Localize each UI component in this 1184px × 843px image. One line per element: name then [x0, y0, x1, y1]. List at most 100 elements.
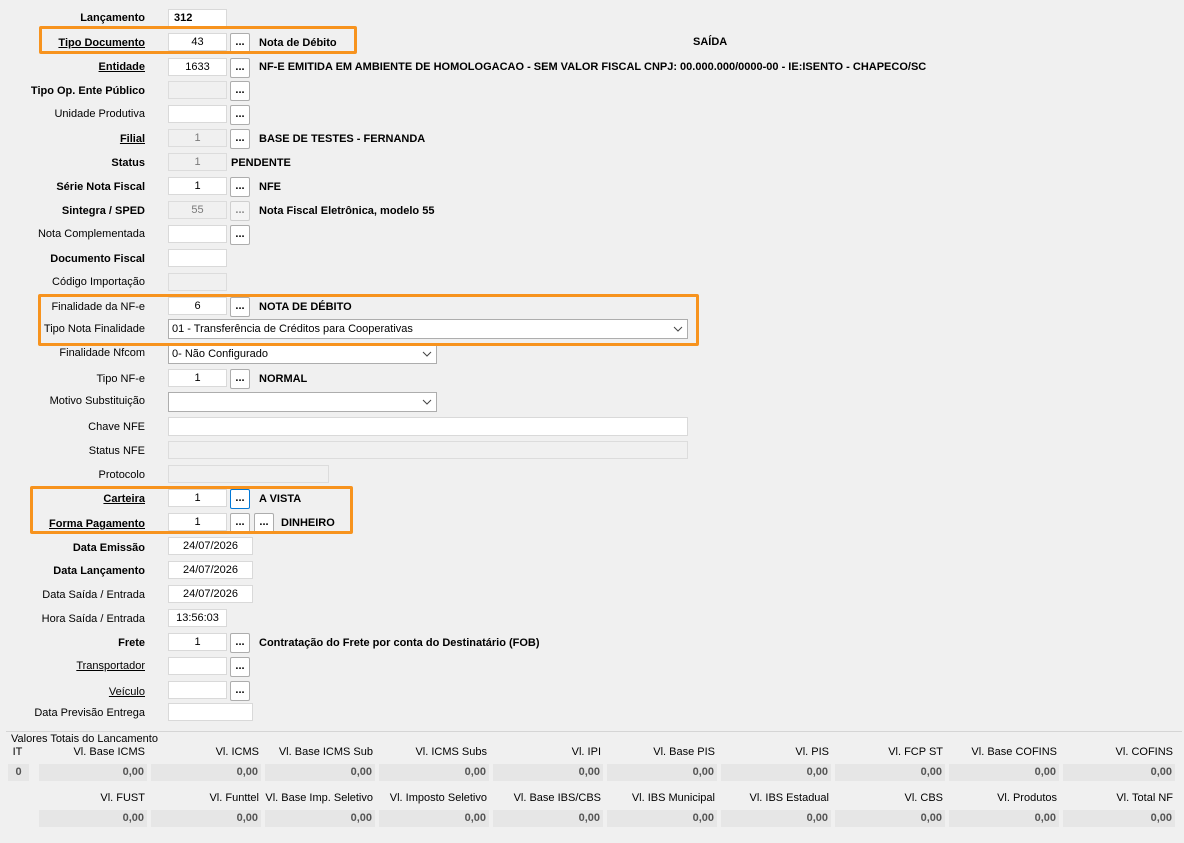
- data-saida-label: Data Saída / Entrada: [42, 589, 145, 601]
- carteira-browse-button[interactable]: ...: [230, 489, 250, 509]
- hora-saida-label: Hora Saída / Entrada: [41, 613, 145, 625]
- r2-header-0: Vl. FUST: [100, 792, 145, 804]
- filial-browse-button[interactable]: ...: [230, 129, 250, 149]
- data-previsao-field[interactable]: [168, 703, 253, 721]
- data-lancamento-field[interactable]: 24/07/2026: [168, 561, 253, 579]
- r2-value-8: 0,00: [949, 810, 1059, 827]
- tipo-op-ente-field[interactable]: [168, 81, 227, 99]
- frete-label: Frete: [118, 637, 145, 649]
- r2-header-1: Vl. Funttel: [209, 792, 259, 804]
- carteira-field[interactable]: 1: [168, 489, 227, 507]
- status-field: 1: [168, 153, 227, 171]
- r2-value-5: 0,00: [607, 810, 717, 827]
- data-emissao-label: Data Emissão: [72, 542, 145, 554]
- finalidade-nfcom-label: Finalidade Nfcom: [59, 347, 145, 359]
- tipo-nfe-field[interactable]: 1: [168, 369, 227, 387]
- veiculo-field[interactable]: [168, 681, 227, 699]
- forma-pagamento-field[interactable]: 1: [168, 513, 227, 531]
- lancamento-label: Lançamento: [80, 12, 145, 24]
- veiculo-browse-button[interactable]: ...: [230, 681, 250, 701]
- unidade-produtiva-label: Unidade Produtiva: [54, 108, 145, 120]
- r1-header-10: Vl. COFINS: [1115, 746, 1173, 758]
- tipo-op-ente-browse-button[interactable]: ...: [230, 81, 250, 101]
- operacao-label: SAÍDA: [693, 36, 728, 48]
- r2-header-8: Vl. Produtos: [997, 792, 1057, 804]
- entidade-browse-button[interactable]: ...: [230, 58, 250, 78]
- r1-header-6: Vl. Base PIS: [653, 746, 715, 758]
- lancamento-field[interactable]: 312: [168, 9, 227, 27]
- serie-field[interactable]: 1: [168, 177, 227, 195]
- totals-divider: [6, 731, 1182, 732]
- finalidade-nfe-browse-button[interactable]: ...: [230, 297, 250, 317]
- protocolo-label: Protocolo: [98, 469, 145, 481]
- filial-label[interactable]: Filial: [120, 132, 145, 146]
- filial-field[interactable]: 1: [168, 129, 227, 147]
- carteira-label[interactable]: Carteira: [103, 492, 145, 506]
- r1-value-4: 0,00: [379, 764, 489, 781]
- r1-value-10: 0,00: [1063, 764, 1175, 781]
- frete-browse-button[interactable]: ...: [230, 633, 250, 653]
- sintegra-label: Sintegra / SPED: [61, 205, 145, 217]
- data-emissao-field[interactable]: 24/07/2026: [168, 537, 253, 555]
- data-lancamento-label: Data Lançamento: [53, 565, 145, 577]
- tipo-documento-browse-button[interactable]: ...: [230, 33, 250, 53]
- transportador-browse-button[interactable]: ...: [230, 657, 250, 677]
- veiculo-label[interactable]: Veículo: [109, 685, 145, 699]
- hora-saida-field[interactable]: 13:56:03: [168, 609, 227, 627]
- tipo-nfe-browse-button[interactable]: ...: [230, 369, 250, 389]
- documento-fiscal-field[interactable]: [168, 249, 227, 267]
- r1-header-3: Vl. Base ICMS Sub: [278, 746, 373, 758]
- entidade-field[interactable]: 1633: [168, 58, 227, 76]
- forma-pagamento-browse-button[interactable]: ...: [230, 513, 250, 533]
- serie-label: Série Nota Fiscal: [56, 181, 145, 193]
- unidade-produtiva-field[interactable]: [168, 105, 227, 123]
- documento-fiscal-label: Documento Fiscal: [50, 253, 145, 265]
- status-nfe-field: [168, 441, 688, 459]
- r2-value-0: 0,00: [39, 810, 147, 827]
- r1-value-0: 0: [8, 764, 29, 781]
- r1-header-5: Vl. IPI: [571, 746, 601, 758]
- tipo-documento-field[interactable]: 43: [168, 33, 227, 51]
- forma-pagamento-label[interactable]: Forma Pagamento: [49, 517, 145, 531]
- status-desc: PENDENTE: [231, 157, 291, 169]
- motivo-substituicao-select[interactable]: [168, 392, 437, 412]
- finalidade-nfcom-select[interactable]: 0- Não Configurado: [168, 344, 437, 364]
- totals-title: Valores Totais do Lancamento: [11, 733, 158, 745]
- nota-complementada-browse-button[interactable]: ...: [230, 225, 250, 245]
- r2-header-4: Vl. Base IBS/CBS: [513, 792, 601, 804]
- chave-nfe-field[interactable]: [168, 417, 688, 436]
- frete-field[interactable]: 1: [168, 633, 227, 651]
- transportador-field[interactable]: [168, 657, 227, 675]
- protocolo-field: [168, 465, 329, 483]
- data-saida-field[interactable]: 24/07/2026: [168, 585, 253, 603]
- finalidade-nfe-field[interactable]: 6: [168, 297, 227, 315]
- chevron-down-icon: [422, 351, 432, 357]
- entidade-label[interactable]: Entidade: [99, 60, 145, 74]
- tipo-documento-label[interactable]: Tipo Documento: [58, 36, 145, 50]
- r2-value-3: 0,00: [379, 810, 489, 827]
- nota-complementada-field[interactable]: [168, 225, 227, 243]
- data-previsao-label: Data Previsão Entrega: [34, 707, 145, 719]
- tipo-nota-finalidade-select[interactable]: 01 - Transferência de Créditos para Coop…: [168, 319, 688, 339]
- chevron-down-icon: [422, 399, 432, 405]
- serie-browse-button[interactable]: ...: [230, 177, 250, 197]
- tipo-nfe-desc: NORMAL: [259, 373, 308, 385]
- chave-nfe-label: Chave NFE: [88, 421, 145, 433]
- r2-header-2: Vl. Base Imp. Seletivo: [265, 792, 373, 804]
- r1-header-8: Vl. FCP ST: [888, 746, 943, 758]
- unidade-produtiva-browse-button[interactable]: ...: [230, 105, 250, 125]
- sintegra-browse-button[interactable]: ...: [230, 201, 250, 221]
- r1-value-7: 0,00: [721, 764, 831, 781]
- transportador-label[interactable]: Transportador: [76, 659, 145, 673]
- codigo-importacao-label: Código Importação: [52, 276, 145, 288]
- tipo-nota-finalidade-label: Tipo Nota Finalidade: [43, 323, 145, 335]
- forma-pagamento-desc: DINHEIRO: [281, 517, 335, 529]
- r2-value-7: 0,00: [835, 810, 945, 827]
- r2-value-1: 0,00: [151, 810, 261, 827]
- tipo-documento-desc: Nota de Débito: [259, 37, 337, 49]
- r1-value-3: 0,00: [265, 764, 375, 781]
- r1-header-0: IT: [12, 746, 23, 758]
- r1-header-4: Vl. ICMS Subs: [415, 746, 487, 758]
- forma-pagamento-extra-button[interactable]: ...: [254, 513, 274, 533]
- r1-value-2: 0,00: [151, 764, 261, 781]
